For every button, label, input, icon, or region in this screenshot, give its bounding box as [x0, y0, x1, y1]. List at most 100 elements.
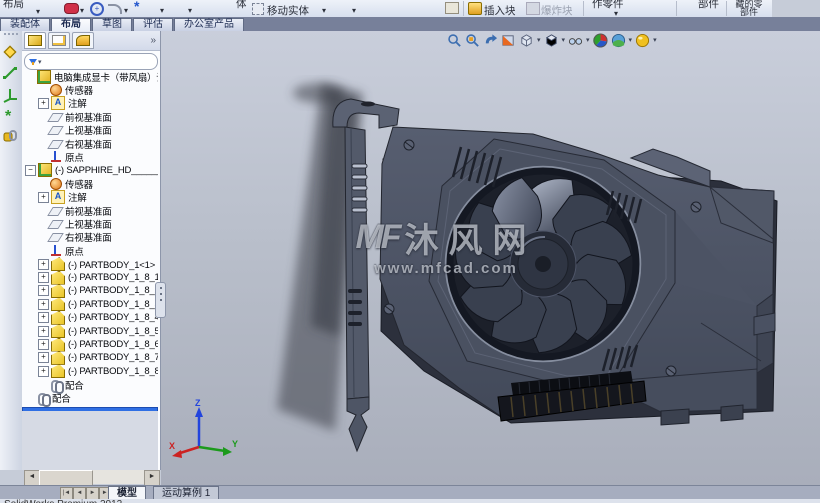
tree-item-label: 注解	[68, 99, 87, 111]
tree-item[interactable]: 右视基准面	[22, 137, 158, 151]
tab-办公室产品[interactable]: 办公室产品	[174, 18, 244, 31]
zoom-area-icon[interactable]	[464, 32, 481, 48]
model-tab[interactable]: 模型	[108, 486, 146, 500]
tree-item[interactable]: + (-) PARTBODY_1_8_4<1>	[22, 310, 158, 325]
dropdown-arrow-icon[interactable]: ▾	[562, 36, 566, 44]
propertymanager-tab[interactable]	[48, 32, 70, 49]
tree-item[interactable]: + (-) PARTBODY_1_8_3<1>	[22, 297, 158, 312]
configurationmanager-tab[interactable]	[72, 32, 94, 49]
expand-toggle[interactable]: +	[38, 365, 49, 377]
view-settings-icon[interactable]	[634, 32, 651, 48]
expand-toggle[interactable]: +	[38, 285, 49, 297]
toolbar-grip[interactable]	[4, 33, 18, 40]
tab-装配体[interactable]: 装配体	[0, 18, 50, 31]
expand-toggle[interactable]: +	[38, 298, 49, 310]
tree-item[interactable]: 上视基准面	[22, 217, 158, 231]
tree-item[interactable]: + (-) PARTBODY_1_8_6<1>	[22, 337, 158, 352]
featuremanager-tab[interactable]	[24, 32, 46, 49]
view-orientation-icon[interactable]	[518, 32, 535, 48]
tree-item[interactable]: 传感器	[22, 83, 158, 97]
dropdown-arrow-icon[interactable]: ▾	[629, 36, 633, 44]
expand-toggle[interactable]: −	[25, 164, 36, 176]
motion-study-tab[interactable]: 运动算例 1	[153, 486, 220, 500]
tree-item[interactable]: + (-) PARTBODY_1_8_5<1>	[22, 324, 158, 339]
dropdown-arrow-icon[interactable]: ▾	[160, 6, 164, 15]
component-label[interactable]: 部件	[698, 0, 719, 11]
tree-item[interactable]: + (-) PARTBODY_1_8_8<1>	[22, 364, 158, 379]
line-icon[interactable]	[1, 64, 19, 82]
tree-item[interactable]: 传感器	[22, 177, 158, 191]
tab-评估[interactable]: 评估	[133, 18, 173, 31]
mates-icon	[37, 392, 51, 408]
hidden-components-label[interactable]: 藏的零 部件	[730, 0, 768, 17]
tab-草图[interactable]: 草图	[92, 18, 132, 31]
tree-item[interactable]: 配合	[22, 391, 158, 408]
expand-toggle[interactable]: +	[38, 312, 49, 324]
dropdown-arrow-icon[interactable]: ▾	[537, 36, 541, 44]
tree-item[interactable]: 前视基准面	[22, 110, 158, 124]
expand-toggle[interactable]: +	[38, 191, 49, 203]
tree-item[interactable]: 原点	[22, 244, 158, 258]
point-tool-icon[interactable]: *	[134, 0, 139, 14]
dropdown-arrow-icon[interactable]: ▾	[36, 7, 40, 16]
tree-item[interactable]: + (-) PARTBODY_1_8_7<1>	[22, 350, 158, 365]
insert-block-icon[interactable]	[468, 2, 482, 15]
point-icon[interactable]: *	[1, 106, 19, 125]
zoom-fit-icon[interactable]	[446, 32, 463, 48]
panel-overflow-chevron[interactable]: »	[150, 35, 156, 46]
expand-toggle[interactable]: +	[38, 258, 49, 270]
edit-appearance-icon[interactable]	[592, 32, 609, 48]
tree-item[interactable]: 右视基准面	[22, 231, 158, 244]
tree-item[interactable]: 上视基准面	[22, 124, 158, 137]
tree-item[interactable]: + (-) PARTBODY_1_8_1<1>	[22, 270, 158, 285]
axes-icon[interactable]	[1, 85, 19, 103]
insert-block-label[interactable]: 插入块	[484, 3, 516, 17]
display-style-icon[interactable]	[543, 32, 560, 48]
scroll-left-icon[interactable]: ◄	[24, 470, 40, 486]
tree-item[interactable]: 原点	[22, 150, 158, 164]
chevron-down-icon[interactable]: ▾	[38, 58, 42, 66]
mate-icon[interactable]	[1, 127, 19, 145]
expand-toggle[interactable]: +	[38, 339, 49, 350]
tree-item[interactable]: − (-) SAPPHIRE_HD______7T	[22, 163, 158, 178]
dropdown-arrow-icon[interactable]: ▾	[653, 36, 657, 44]
apply-scene-icon[interactable]	[610, 32, 627, 48]
gpu-model[interactable]	[161, 31, 820, 485]
circle-tool-icon[interactable]: +	[90, 2, 104, 16]
tree-item[interactable]: + A 注解	[22, 190, 158, 205]
graphics-viewport[interactable]: ▾ ▾ ▾ ▾ ▾ MF 沐风网 www.mfcad.com Z X Y	[161, 31, 820, 485]
layout-tool-label[interactable]: 布局	[3, 0, 24, 11]
tree-filter-input[interactable]: ▾	[24, 53, 158, 70]
panel-splitter-handle[interactable]	[155, 282, 166, 318]
move-entities-icon[interactable]	[252, 3, 264, 15]
tree-item[interactable]: 电脑集成显卡（带风扇）设计模	[22, 70, 158, 84]
tree-item[interactable]: 前视基准面	[22, 204, 158, 218]
arc-tool-icon[interactable]	[108, 4, 122, 14]
dropdown-arrow-icon[interactable]: ▾	[322, 6, 326, 15]
image-tool-icon[interactable]	[445, 2, 459, 14]
dropdown-arrow-icon[interactable]: ▾	[188, 6, 192, 15]
move-entities-label[interactable]: 移动实体	[267, 3, 309, 17]
block-tool-icon[interactable]	[64, 3, 79, 14]
expand-toggle[interactable]: +	[38, 272, 49, 284]
previous-view-icon[interactable]	[482, 32, 499, 48]
dropdown-arrow-icon[interactable]: ▾	[586, 36, 590, 44]
tree-item[interactable]: 配合	[22, 378, 158, 394]
dropdown-arrow-icon[interactable]: ▾	[124, 6, 128, 15]
scrollbar-thumb[interactable]	[39, 470, 93, 486]
tab-布局[interactable]: 布局	[51, 18, 91, 31]
tree-item[interactable]: + (-) PARTBODY_1<1> (默	[22, 257, 158, 272]
expand-toggle[interactable]: +	[38, 352, 49, 364]
section-view-icon[interactable]	[500, 32, 517, 48]
tree-horizontal-scrollbar[interactable]: ◄ ►	[24, 470, 160, 486]
tree-item[interactable]: + (-) PARTBODY_1_8_2<1>	[22, 283, 158, 298]
make-part-label[interactable]: 作零件	[592, 0, 624, 11]
tree-item[interactable]: + A 注解	[22, 96, 158, 111]
expand-toggle[interactable]: +	[38, 325, 49, 337]
hide-show-items-icon[interactable]	[567, 32, 584, 48]
plane-icon[interactable]	[1, 43, 19, 61]
dropdown-arrow-icon[interactable]: ▾	[352, 6, 356, 15]
scroll-right-icon[interactable]: ►	[144, 470, 160, 486]
dropdown-arrow-icon[interactable]: ▾	[80, 6, 84, 15]
expand-toggle[interactable]: +	[38, 97, 49, 109]
